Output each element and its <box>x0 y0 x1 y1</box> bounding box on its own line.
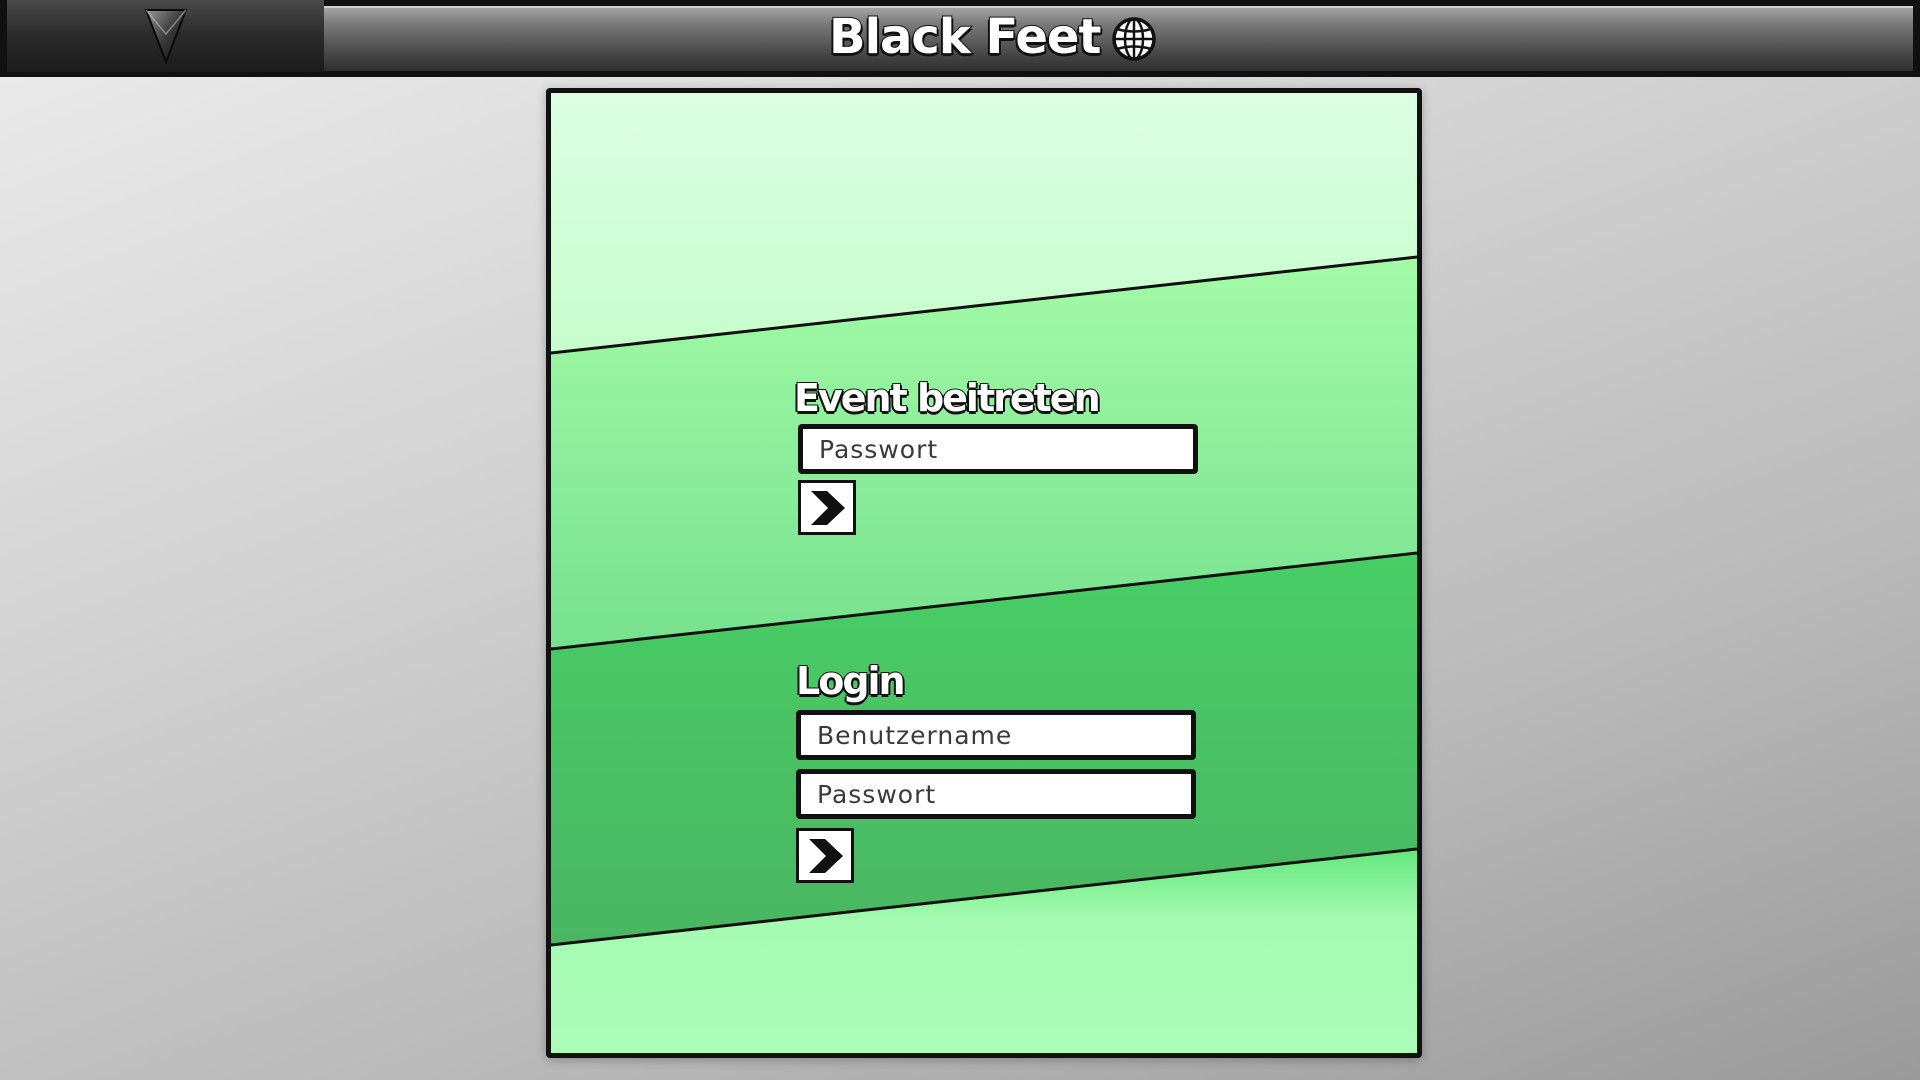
app-title: Black Feet <box>828 8 1102 66</box>
app-brand: Black Feet <box>828 6 1102 68</box>
top-bar: Black Feet <box>0 0 1920 77</box>
login-title: Login <box>795 659 907 703</box>
event-join-title: Event beitreten <box>793 376 1102 420</box>
arrow-right-icon <box>809 838 843 873</box>
card-background-bands <box>551 93 1417 1053</box>
globe-icon[interactable] <box>1111 16 1157 62</box>
login-submit-button[interactable] <box>796 828 854 883</box>
triangle-down-logo-icon <box>144 9 187 64</box>
login-card: Event beitreten Login <box>546 88 1422 1058</box>
event-join-button[interactable] <box>798 480 856 535</box>
event-password-input[interactable] <box>798 424 1198 474</box>
menu-button[interactable] <box>7 0 324 72</box>
username-input[interactable] <box>796 710 1196 760</box>
login-password-input[interactable] <box>796 769 1196 819</box>
arrow-right-icon <box>811 490 845 525</box>
